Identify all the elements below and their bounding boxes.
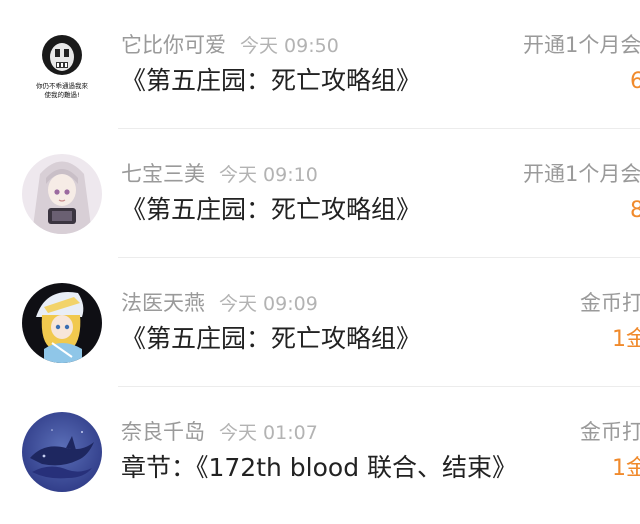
action-text: 开通1个月会: [523, 33, 640, 57]
user-name[interactable]: 奈良千岛: [121, 420, 205, 444]
anime-character-avatar[interactable]: [22, 283, 102, 363]
timestamp: 今天 09:50: [240, 35, 339, 57]
item-title[interactable]: 章节：《172th blood 联合、结束》: [121, 450, 517, 486]
amount-text: 1金: [612, 456, 640, 481]
action-text: 金币打: [580, 291, 640, 315]
anime-girl-avatar[interactable]: [22, 154, 102, 234]
list-item[interactable]: 你仍不乖通過我來 使我的難過! 它比你可爱 今天 09:50 《第五庄园：死亡攻略…: [0, 0, 640, 129]
avatar-caption-line1: 你仍不乖通過我來: [36, 81, 89, 90]
item-meta: 七宝三美 今天 09:10: [121, 160, 318, 188]
avatar-caption-line2: 使我的難過!: [44, 90, 79, 99]
action-text: 金币打: [580, 420, 640, 444]
item-title[interactable]: 《第五庄园：死亡攻略组》: [121, 192, 421, 228]
list-item[interactable]: 七宝三美 今天 09:10 《第五庄园：死亡攻略组》 开通1个月会 8: [0, 129, 640, 258]
user-name[interactable]: 它比你可爱: [121, 33, 226, 57]
whale-avatar[interactable]: [22, 412, 102, 492]
item-meta: 法医天燕 今天 09:09: [121, 289, 318, 317]
list-item[interactable]: 奈良千岛 今天 01:07 章节：《172th blood 联合、结束》 金币打 …: [0, 387, 640, 516]
action-text: 开通1个月会: [523, 162, 640, 186]
meme-face-avatar[interactable]: 你仍不乖通過我來 使我的難過!: [22, 25, 102, 105]
item-meta: 奈良千岛 今天 01:07: [121, 418, 318, 446]
notification-list: 你仍不乖通過我來 使我的難過! 它比你可爱 今天 09:50 《第五庄园：死亡攻略…: [0, 0, 640, 524]
list-item[interactable]: 法医天燕 今天 09:09 《第五庄园：死亡攻略组》 金币打 1金: [0, 258, 640, 387]
user-name[interactable]: 七宝三美: [121, 162, 205, 186]
amount-text: 6: [630, 69, 640, 94]
timestamp: 今天 09:10: [219, 164, 318, 186]
item-title[interactable]: 《第五庄园：死亡攻略组》: [121, 321, 421, 357]
amount-text: 1金: [612, 327, 640, 352]
amount-text: 8: [630, 198, 640, 223]
timestamp: 今天 09:09: [219, 293, 318, 315]
timestamp: 今天 01:07: [219, 422, 318, 444]
user-name[interactable]: 法医天燕: [121, 291, 205, 315]
item-meta: 它比你可爱 今天 09:50: [121, 31, 339, 59]
item-title[interactable]: 《第五庄园：死亡攻略组》: [121, 63, 421, 99]
